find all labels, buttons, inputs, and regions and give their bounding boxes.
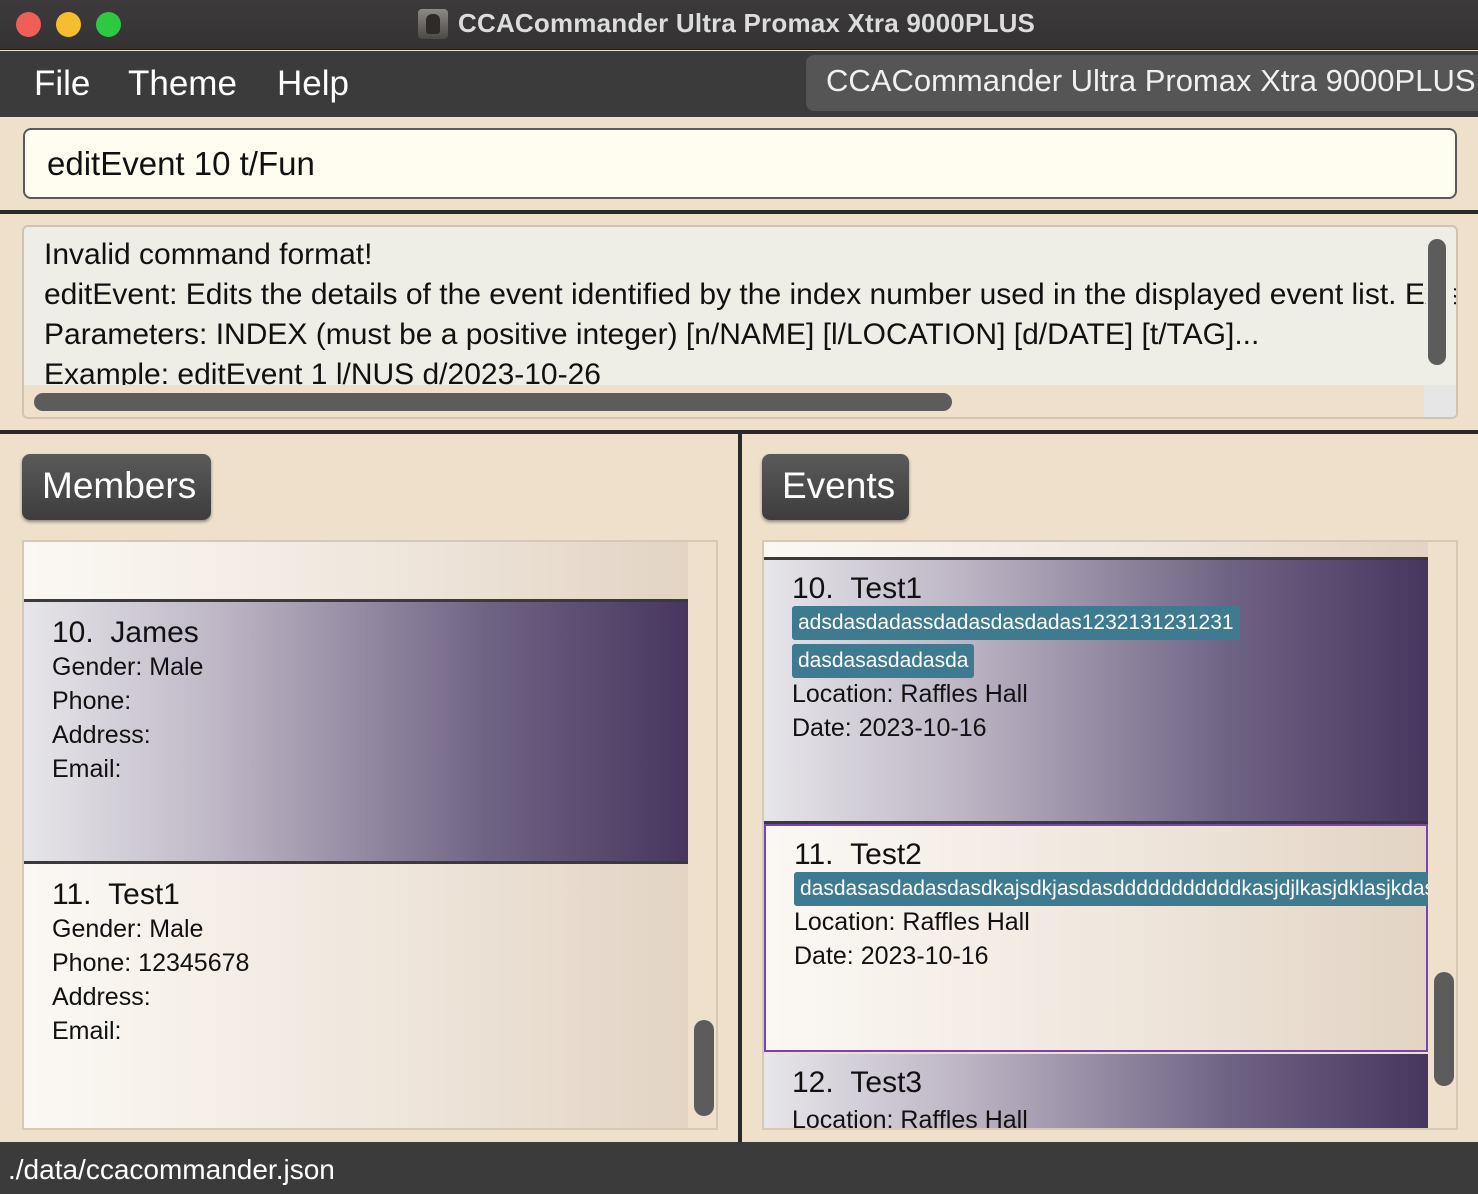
- result-vertical-scroll-thumb[interactable]: [1428, 239, 1446, 365]
- close-window-button[interactable]: [16, 12, 41, 37]
- event-location: Location: Raffles Hall: [792, 1106, 1028, 1130]
- member-name: James: [110, 616, 199, 649]
- result-line: Parameters: INDEX (must be a positive in…: [44, 318, 1260, 351]
- event-title: 10. Test1: [792, 572, 922, 606]
- title-bar: CCACommander Ultra Promax Xtra 9000PLUS: [0, 0, 1478, 50]
- scroll-corner: [1424, 385, 1456, 417]
- event-tag: dasdasasdadasda: [792, 644, 975, 678]
- event-date: Date: 2023-10-16: [792, 714, 987, 742]
- member-title: 11. Test1: [52, 878, 180, 912]
- event-title: 11. Test2: [794, 838, 922, 872]
- event-card[interactable]: 12. Test3 Location: Raffles Hall: [764, 1054, 1428, 1130]
- list-item[interactable]: [764, 542, 1428, 560]
- event-title: 12. Test3: [792, 1066, 922, 1100]
- event-index: 10.: [792, 572, 834, 605]
- menu-file[interactable]: File: [34, 64, 90, 104]
- member-title: 10. James: [52, 616, 199, 650]
- member-address: Address:: [52, 983, 151, 1011]
- members-scroll-thumb[interactable]: [694, 1020, 714, 1116]
- member-card[interactable]: 11. Test1 Gender: Male Phone: 12345678 A…: [24, 864, 688, 1128]
- event-tag: dasdasasdadasdasdkajsdkjasdasddddddddddd…: [794, 872, 1428, 906]
- events-scroll-thumb[interactable]: [1434, 972, 1454, 1086]
- result-horizontal-scrollbar[interactable]: [24, 385, 1426, 417]
- members-header: Members: [22, 454, 211, 520]
- member-name: Test1: [108, 878, 180, 911]
- result-horizontal-scroll-thumb[interactable]: [34, 393, 952, 411]
- list-item[interactable]: [24, 542, 688, 602]
- minimize-window-button[interactable]: [56, 12, 81, 37]
- event-name: Test3: [850, 1066, 923, 1099]
- event-location: Location: Raffles Hall: [794, 908, 1030, 936]
- event-card-selected[interactable]: 11. Test2 dasdasasdadasdasdkajsdkjasdasd…: [764, 824, 1428, 1052]
- result-vertical-scrollbar[interactable]: [1426, 229, 1454, 387]
- event-name: Test1: [850, 572, 923, 605]
- event-location: Location: Raffles Hall: [792, 680, 1028, 708]
- members-list[interactable]: 10. James Gender: Male Phone: Address: E…: [22, 540, 718, 1130]
- members-panel: Members 10. James Gender: Male Phone: Ad…: [0, 434, 738, 1142]
- app-name-text: CCACommander Ultra Promax Xtra 9000PLUS: [826, 63, 1476, 98]
- result-display[interactable]: Invalid command format! editEvent: Edits…: [22, 225, 1458, 419]
- member-address: Address:: [52, 721, 151, 749]
- member-phone: Phone: 12345678: [52, 949, 250, 977]
- event-index: 11.: [794, 838, 834, 871]
- result-text: Invalid command format! editEvent: Edits…: [44, 235, 1456, 395]
- events-list[interactable]: 10. Test1 adsdasdadassdadasdasdadas12321…: [762, 540, 1458, 1130]
- result-line: Invalid command format!: [44, 238, 373, 271]
- event-name: Test2: [850, 838, 922, 871]
- member-gender: Gender: Male: [52, 915, 204, 943]
- event-tag: adsdasdadassdadasdasdadas1232131231231: [792, 606, 1240, 640]
- save-location: ./data/ccacommander.json: [8, 1154, 335, 1185]
- menu-help[interactable]: Help: [277, 64, 349, 104]
- status-bar: ./data/ccacommander.json: [0, 1142, 1478, 1194]
- member-card[interactable]: 10. James Gender: Male Phone: Address: E…: [24, 602, 688, 864]
- member-phone: Phone:: [52, 687, 132, 715]
- result-display-area: Invalid command format! editEvent: Edits…: [0, 214, 1478, 430]
- menu-bar: File Theme Help CCACommander Ultra Proma…: [0, 51, 1478, 117]
- member-email: Email:: [52, 1017, 122, 1045]
- member-email: Email:: [52, 755, 122, 783]
- menu-theme[interactable]: Theme: [128, 64, 237, 104]
- command-box-area: [0, 117, 1478, 210]
- events-panel: Events 10. Test1 adsdasdadassdadasdasdad…: [742, 434, 1478, 1142]
- event-date: Date: 2023-10-16: [794, 942, 989, 970]
- event-card[interactable]: 10. Test1 adsdasdadassdadasdasdadas12321…: [764, 560, 1428, 824]
- maximize-window-button[interactable]: [96, 12, 121, 37]
- member-gender: Gender: Male: [52, 653, 204, 681]
- events-header: Events: [762, 454, 909, 520]
- result-line: editEvent: Edits the details of the even…: [44, 278, 1456, 311]
- member-index: 10.: [52, 616, 94, 649]
- app-name-label: CCACommander Ultra Promax Xtra 9000PLUS: [806, 55, 1478, 111]
- app-icon: [418, 9, 448, 39]
- member-index: 11.: [52, 878, 92, 911]
- window-title: CCACommander Ultra Promax Xtra 9000PLUS: [458, 8, 1036, 38]
- event-index: 12.: [792, 1066, 834, 1099]
- command-input[interactable]: [23, 128, 1457, 199]
